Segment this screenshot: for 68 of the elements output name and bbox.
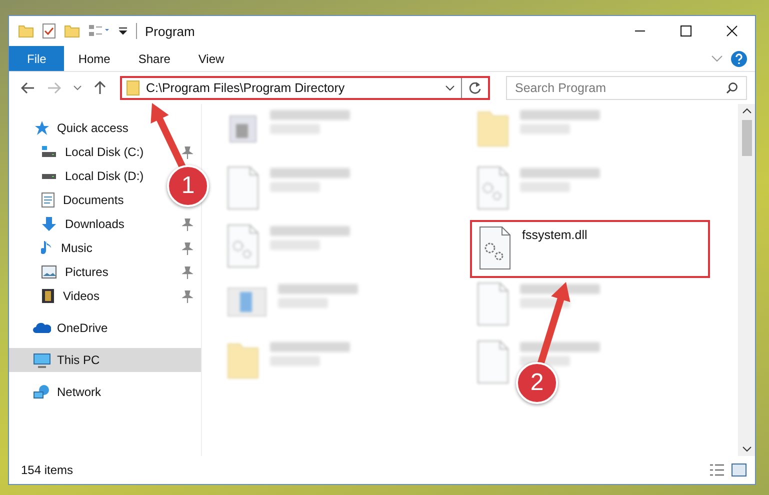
file-name: fssystem.dll bbox=[522, 228, 588, 242]
pin-icon[interactable] bbox=[182, 242, 193, 254]
view-options-icon[interactable] bbox=[88, 24, 110, 38]
blurred-label-bar bbox=[520, 182, 570, 192]
up-arrow-icon[interactable] bbox=[94, 81, 106, 95]
help-icon[interactable] bbox=[731, 50, 747, 66]
search-icon bbox=[726, 82, 738, 94]
file-icon bbox=[226, 166, 260, 210]
item-count: 154 items bbox=[21, 463, 74, 477]
cloud-icon bbox=[33, 322, 51, 334]
folder-icon bbox=[126, 80, 140, 96]
sidebar-item[interactable]: Local Disk (C:) bbox=[9, 140, 201, 164]
blurred-label-bar bbox=[270, 356, 320, 366]
file-icon bbox=[226, 224, 260, 268]
scroll-up-icon[interactable] bbox=[742, 108, 752, 114]
pin-icon[interactable] bbox=[182, 146, 193, 158]
sidebar-item[interactable]: Videos bbox=[9, 284, 201, 308]
ribbon-tab[interactable]: File bbox=[9, 46, 64, 71]
scroll-down-icon[interactable] bbox=[742, 446, 752, 452]
network-icon bbox=[33, 384, 51, 400]
ribbon-tab[interactable]: Share bbox=[124, 46, 184, 71]
address-path: C:\Program Files\Program Directory bbox=[146, 81, 346, 95]
ribbon-tab[interactable]: Home bbox=[64, 46, 124, 71]
ribbon-tab[interactable]: View bbox=[184, 46, 238, 71]
sidebar-item[interactable]: OneDrive bbox=[9, 316, 201, 340]
music-note-icon bbox=[41, 240, 53, 256]
scrollbar-thumb[interactable] bbox=[742, 120, 752, 156]
large-icons-view-icon[interactable] bbox=[731, 463, 747, 477]
blurred-label-bar bbox=[270, 240, 320, 250]
file-icon bbox=[478, 226, 512, 270]
pin-icon[interactable] bbox=[182, 218, 193, 230]
star-icon bbox=[33, 120, 51, 136]
drive-icon bbox=[41, 173, 57, 179]
blurred-label-bar bbox=[520, 124, 570, 134]
film-strip-icon bbox=[41, 288, 55, 304]
back-arrow-icon[interactable] bbox=[21, 82, 35, 94]
sidebar-item[interactable]: Documents bbox=[9, 188, 140, 212]
window-title: Program bbox=[145, 24, 195, 38]
sidebar-item[interactable]: Downloads bbox=[9, 212, 201, 236]
sidebar-item[interactable]: This PC bbox=[9, 348, 201, 372]
sidebar-item[interactable]: Local Disk (D:) bbox=[9, 164, 160, 188]
file-icon bbox=[476, 166, 510, 210]
dropdown-icon[interactable] bbox=[118, 26, 128, 36]
refresh-icon[interactable] bbox=[468, 81, 482, 95]
download-arrow-icon bbox=[41, 216, 57, 232]
highlighted-file-item[interactable]: fssystem.dll bbox=[470, 220, 710, 278]
pin-icon[interactable] bbox=[182, 290, 193, 302]
chevron-down-icon[interactable] bbox=[445, 85, 455, 91]
blurred-label-bar bbox=[270, 182, 320, 192]
picture-icon bbox=[41, 265, 57, 279]
properties-icon[interactable] bbox=[42, 23, 56, 39]
address-bar[interactable]: C:\Program Files\Program Directory bbox=[120, 76, 490, 100]
search-field[interactable]: Search Program bbox=[506, 76, 747, 100]
drive-icon bbox=[41, 145, 57, 159]
blurred-label-bar bbox=[278, 298, 328, 308]
sidebar-item[interactable]: Quick access bbox=[9, 116, 201, 140]
annotation-arrow bbox=[150, 103, 186, 170]
file-icon bbox=[476, 282, 510, 326]
pin-icon[interactable] bbox=[182, 266, 193, 278]
sidebar-item[interactable]: Network bbox=[9, 380, 201, 404]
chevron-down-icon[interactable] bbox=[73, 85, 82, 91]
monitor-icon bbox=[33, 352, 51, 368]
blurred-label-bar bbox=[270, 124, 320, 134]
sidebar-item[interactable]: Pictures bbox=[9, 260, 201, 284]
document-icon bbox=[41, 192, 55, 208]
details-view-icon[interactable] bbox=[709, 463, 725, 477]
file-icon bbox=[476, 340, 510, 384]
sidebar-item[interactable]: Music bbox=[9, 236, 201, 260]
